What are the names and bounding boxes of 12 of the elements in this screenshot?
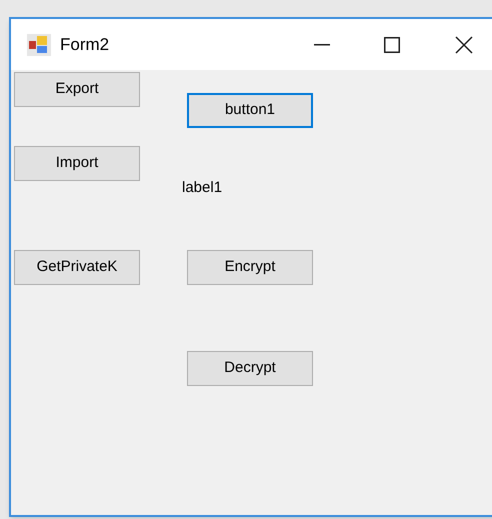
form-button[interactable]: Import (14, 146, 140, 181)
close-icon (455, 36, 473, 54)
window-title: Form2 (60, 34, 110, 56)
form-button[interactable]: Export (14, 72, 140, 107)
form-button[interactable]: GetPrivateK (14, 250, 140, 285)
form-button[interactable]: Encrypt (187, 250, 313, 285)
form-label: label1 (182, 178, 222, 198)
form-button[interactable]: Decrypt (187, 351, 313, 386)
form-icon (27, 34, 51, 56)
minimize-icon (314, 44, 330, 46)
form-button[interactable]: button1 (187, 93, 313, 128)
maximize-icon (384, 36, 400, 52)
